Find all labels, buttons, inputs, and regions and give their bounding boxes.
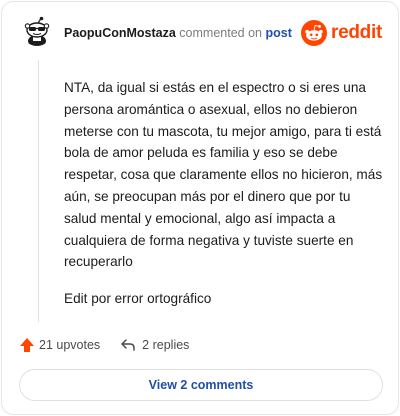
user-avatar[interactable] [22,16,52,46]
reddit-snoo-logo-icon [301,20,328,46]
comment-actions: 21 upvotes 2 replies [19,335,189,355]
thread-line [38,60,39,322]
comment-paragraph: Edit por error ortográfico [64,291,212,307]
view-comments-button[interactable]: View 2 comments [19,369,383,401]
upvote-arrow-icon [20,338,34,352]
reddit-wordmark: reddit [331,22,382,43]
replies-count: 2 replies [142,338,190,352]
comment-meta: PaopuConMostaza commented on post [64,26,292,40]
upvote-count: 21 upvotes [39,338,101,352]
snoo-avatar-icon [22,16,52,46]
post-link[interactable]: post [265,26,291,40]
username-link[interactable]: PaopuConMostaza [64,26,176,40]
comment-body: NTA, da igual si estás en el espectro o … [64,77,386,310]
upvote-button[interactable]: 21 upvotes [19,337,100,353]
comment-paragraph: NTA, da igual si estás en el espectro o … [64,80,383,270]
comment-card: PaopuConMostaza commented on post reddit… [1,1,399,415]
reply-arrow-icon [121,339,135,351]
action-text: commented on [179,26,262,40]
reddit-brand[interactable]: reddit [301,20,382,46]
comment-header: PaopuConMostaza commented on post reddit [22,16,382,52]
replies-button[interactable]: 2 replies [120,338,189,352]
